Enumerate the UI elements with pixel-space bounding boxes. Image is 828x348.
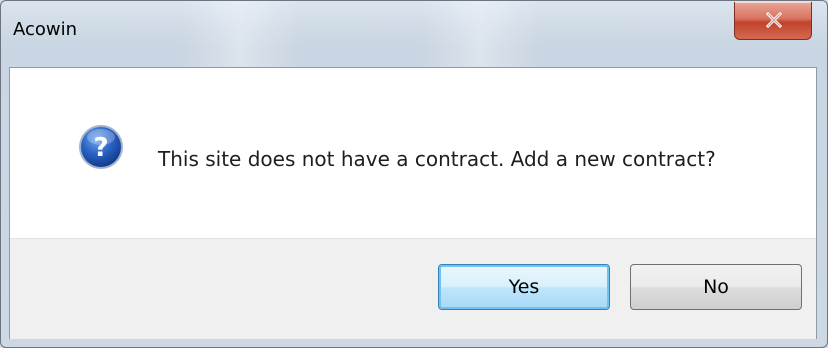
window-title: Acowin	[13, 19, 78, 40]
no-button[interactable]: No	[630, 264, 802, 310]
button-bar: Yes No	[10, 238, 816, 339]
dialog-window: Acowin ? This site does not have a contr…	[0, 0, 828, 348]
frame-glass-streak	[421, 1, 541, 71]
dialog-body: ? This site does not have a contract. Ad…	[9, 67, 817, 339]
frame-glass-streak	[181, 1, 301, 71]
yes-button[interactable]: Yes	[438, 264, 610, 310]
close-icon	[765, 12, 783, 28]
dialog-message: This site does not have a contract. Add …	[158, 147, 716, 171]
svg-text:?: ?	[93, 133, 108, 163]
close-button[interactable]	[734, 2, 812, 40]
question-icon: ?	[79, 125, 123, 169]
message-area: ? This site does not have a contract. Ad…	[10, 68, 816, 238]
